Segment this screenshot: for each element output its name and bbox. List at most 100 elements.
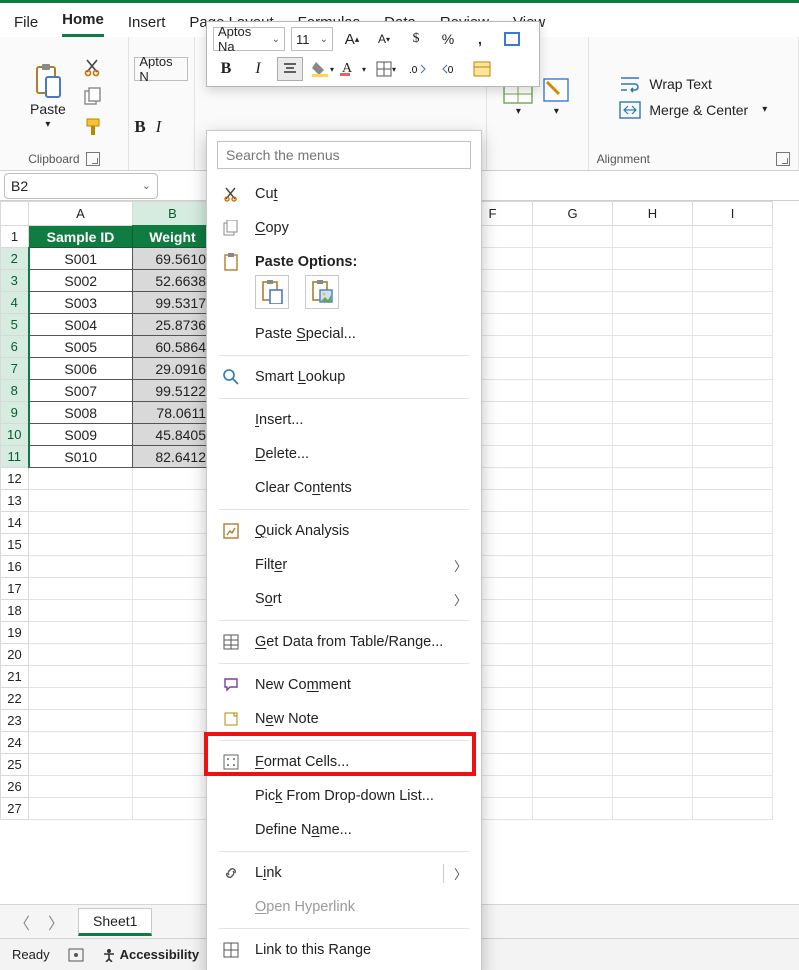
cell-H10[interactable] — [613, 424, 693, 446]
cell-G13[interactable] — [533, 490, 613, 512]
col-header-H[interactable]: H — [613, 202, 693, 226]
cell-B11[interactable]: 82.6412 — [133, 446, 213, 468]
paste-option-picture[interactable] — [305, 275, 339, 309]
cell-I23[interactable] — [693, 710, 773, 732]
ctx-new-note[interactable]: New Note — [207, 702, 481, 736]
cell-G11[interactable] — [533, 446, 613, 468]
cell-H15[interactable] — [613, 534, 693, 556]
mini-decrease-decimal-icon[interactable]: .0 — [437, 57, 463, 81]
cell-I8[interactable] — [693, 380, 773, 402]
cell-H20[interactable] — [613, 644, 693, 666]
ctx-link[interactable]: Link〉 — [207, 856, 481, 890]
mini-fill-color-icon[interactable]: ▾ — [309, 57, 335, 81]
cell-H27[interactable] — [613, 798, 693, 820]
cell-I19[interactable] — [693, 622, 773, 644]
ctx-get-data[interactable]: Get Data from Table/Range... — [207, 625, 481, 659]
macro-record-icon[interactable] — [68, 948, 84, 962]
cell-I15[interactable] — [693, 534, 773, 556]
row-header-12[interactable]: 12 — [1, 468, 29, 490]
cell-H6[interactable] — [613, 336, 693, 358]
cell-G23[interactable] — [533, 710, 613, 732]
format-painter-icon[interactable] — [82, 116, 104, 138]
wrap-text-button[interactable]: Wrap Text — [619, 75, 767, 93]
cell-B8[interactable]: 99.5122 — [133, 380, 213, 402]
cell-H4[interactable] — [613, 292, 693, 314]
conditional-format-mini-icon[interactable] — [499, 27, 525, 51]
cell-A17[interactable] — [29, 578, 133, 600]
cell-styles-button[interactable]: ▾ — [541, 76, 571, 117]
ctx-format-cells[interactable]: Format Cells... — [207, 745, 481, 779]
cell-G14[interactable] — [533, 512, 613, 534]
paste-option-default[interactable] — [255, 275, 289, 309]
cell-H17[interactable] — [613, 578, 693, 600]
sheet-tab-sheet1[interactable]: Sheet1 — [78, 908, 152, 936]
cell-G17[interactable] — [533, 578, 613, 600]
ctx-new-comment[interactable]: New Comment — [207, 668, 481, 702]
mini-align-center-icon[interactable] — [277, 57, 303, 81]
cell-I5[interactable] — [693, 314, 773, 336]
cell-B18[interactable] — [133, 600, 213, 622]
cell-B5[interactable]: 25.8736 — [133, 314, 213, 336]
cell-B20[interactable] — [133, 644, 213, 666]
cell-H14[interactable] — [613, 512, 693, 534]
cell-A5[interactable]: S004 — [29, 314, 133, 336]
cell-G22[interactable] — [533, 688, 613, 710]
comma-format-icon[interactable]: , — [467, 27, 493, 51]
cell-B9[interactable]: 78.0611 — [133, 402, 213, 424]
row-header-6[interactable]: 6 — [1, 336, 29, 358]
cell-I11[interactable] — [693, 446, 773, 468]
cell-H25[interactable] — [613, 754, 693, 776]
row-header-4[interactable]: 4 — [1, 292, 29, 314]
cell-I16[interactable] — [693, 556, 773, 578]
cell-A2[interactable]: S001 — [29, 248, 133, 270]
ctx-link-to-range[interactable]: Link to this Range — [207, 933, 481, 967]
cell-I20[interactable] — [693, 644, 773, 666]
row-header-20[interactable]: 20 — [1, 644, 29, 666]
cell-H1[interactable] — [613, 226, 693, 248]
cell-H2[interactable] — [613, 248, 693, 270]
cell-B23[interactable] — [133, 710, 213, 732]
cell-H13[interactable] — [613, 490, 693, 512]
cell-H18[interactable] — [613, 600, 693, 622]
select-all-corner[interactable] — [1, 202, 29, 226]
ctx-define-name[interactable]: Define Name... — [207, 813, 481, 847]
cell-H8[interactable] — [613, 380, 693, 402]
cell-H3[interactable] — [613, 270, 693, 292]
row-header-15[interactable]: 15 — [1, 534, 29, 556]
tab-file[interactable]: File — [14, 10, 38, 37]
cell-I10[interactable] — [693, 424, 773, 446]
cell-B13[interactable] — [133, 490, 213, 512]
col-header-A[interactable]: A — [29, 202, 133, 226]
row-header-11[interactable]: 11 — [1, 446, 29, 468]
cell-B1[interactable]: Weight — [133, 226, 213, 248]
clipboard-launcher[interactable] — [86, 152, 100, 166]
row-header-19[interactable]: 19 — [1, 622, 29, 644]
cell-A20[interactable] — [29, 644, 133, 666]
cell-I22[interactable] — [693, 688, 773, 710]
cell-G8[interactable] — [533, 380, 613, 402]
cell-I7[interactable] — [693, 358, 773, 380]
cell-B3[interactable]: 52.6638 — [133, 270, 213, 292]
cell-G6[interactable] — [533, 336, 613, 358]
cell-I1[interactable] — [693, 226, 773, 248]
accessibility-button[interactable]: Accessibility — [102, 947, 200, 962]
tab-home[interactable]: Home — [62, 7, 104, 37]
ctx-clear-contents[interactable]: Clear Contents — [207, 471, 481, 505]
row-header-17[interactable]: 17 — [1, 578, 29, 600]
col-header-I[interactable]: I — [693, 202, 773, 226]
bold-button[interactable]: B — [134, 117, 145, 137]
cell-I3[interactable] — [693, 270, 773, 292]
tab-insert[interactable]: Insert — [128, 10, 166, 37]
ctx-copy[interactable]: Copy — [207, 211, 481, 245]
cell-H24[interactable] — [613, 732, 693, 754]
cell-G24[interactable] — [533, 732, 613, 754]
cell-H9[interactable] — [613, 402, 693, 424]
row-header-8[interactable]: 8 — [1, 380, 29, 402]
cell-B12[interactable] — [133, 468, 213, 490]
cell-I24[interactable] — [693, 732, 773, 754]
row-header-27[interactable]: 27 — [1, 798, 29, 820]
row-header-23[interactable]: 23 — [1, 710, 29, 732]
cell-G9[interactable] — [533, 402, 613, 424]
cell-B15[interactable] — [133, 534, 213, 556]
cell-I4[interactable] — [693, 292, 773, 314]
